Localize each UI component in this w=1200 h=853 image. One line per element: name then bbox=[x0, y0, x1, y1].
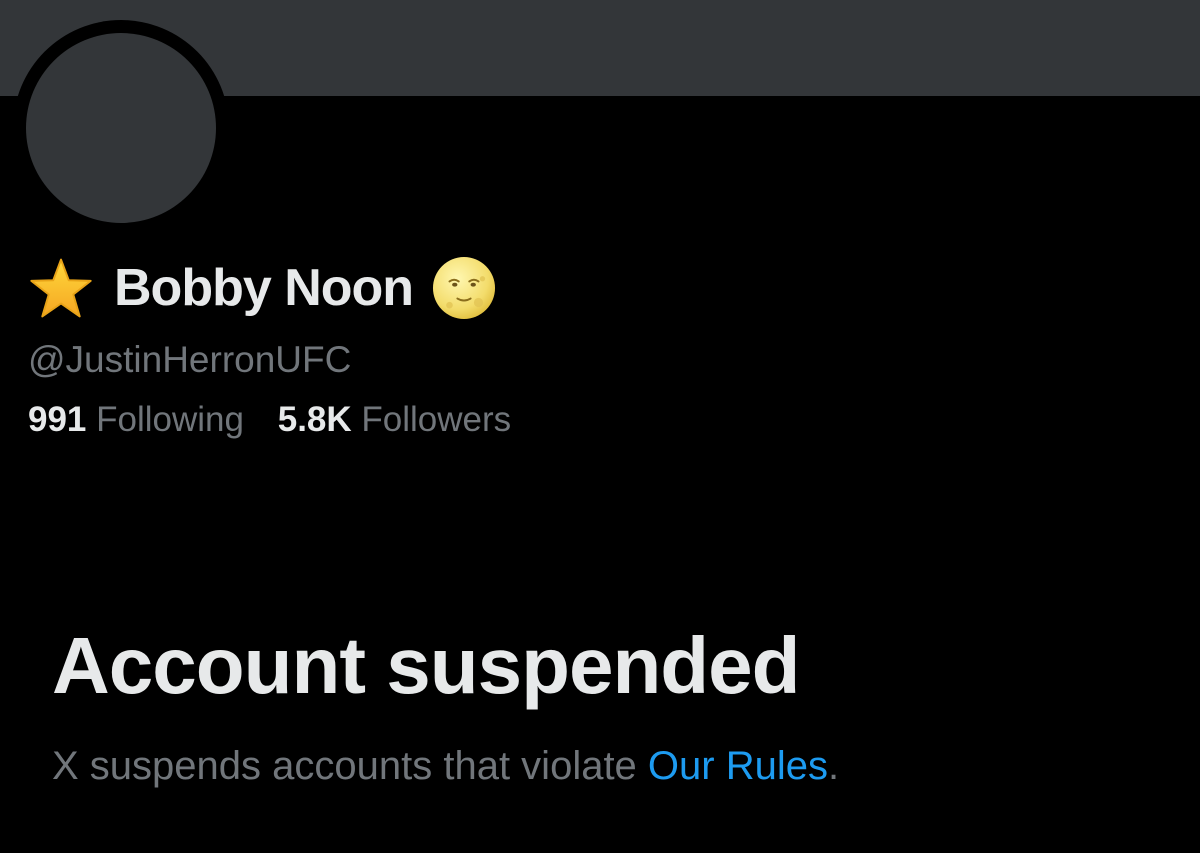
suspended-message: X suspends accounts that violate Our Rul… bbox=[52, 742, 839, 790]
follow-stats: 991 Following 5.8K Followers bbox=[28, 398, 535, 442]
following-label: Following bbox=[96, 400, 244, 439]
display-name: Bobby Noon bbox=[114, 259, 414, 317]
suspended-message-period: . bbox=[827, 744, 840, 788]
following-count: 991 bbox=[28, 400, 87, 439]
avatar[interactable] bbox=[26, 33, 216, 223]
profile-handle: @JustinHerronUFC bbox=[28, 339, 352, 380]
following-link[interactable]: 991 Following bbox=[28, 398, 244, 442]
followers-label: Followers bbox=[361, 400, 512, 439]
full-moon-face-icon bbox=[433, 256, 496, 320]
suspended-message-text: X suspends accounts that violate bbox=[52, 744, 648, 788]
our-rules-link[interactable]: Our Rules bbox=[648, 744, 828, 788]
star-icon bbox=[30, 258, 92, 318]
followers-link[interactable]: 5.8K Followers bbox=[278, 398, 511, 442]
suspended-title: Account suspended bbox=[52, 621, 801, 710]
profile-name-row: Bobby Noon bbox=[28, 256, 497, 320]
followers-count: 5.8K bbox=[277, 400, 352, 439]
